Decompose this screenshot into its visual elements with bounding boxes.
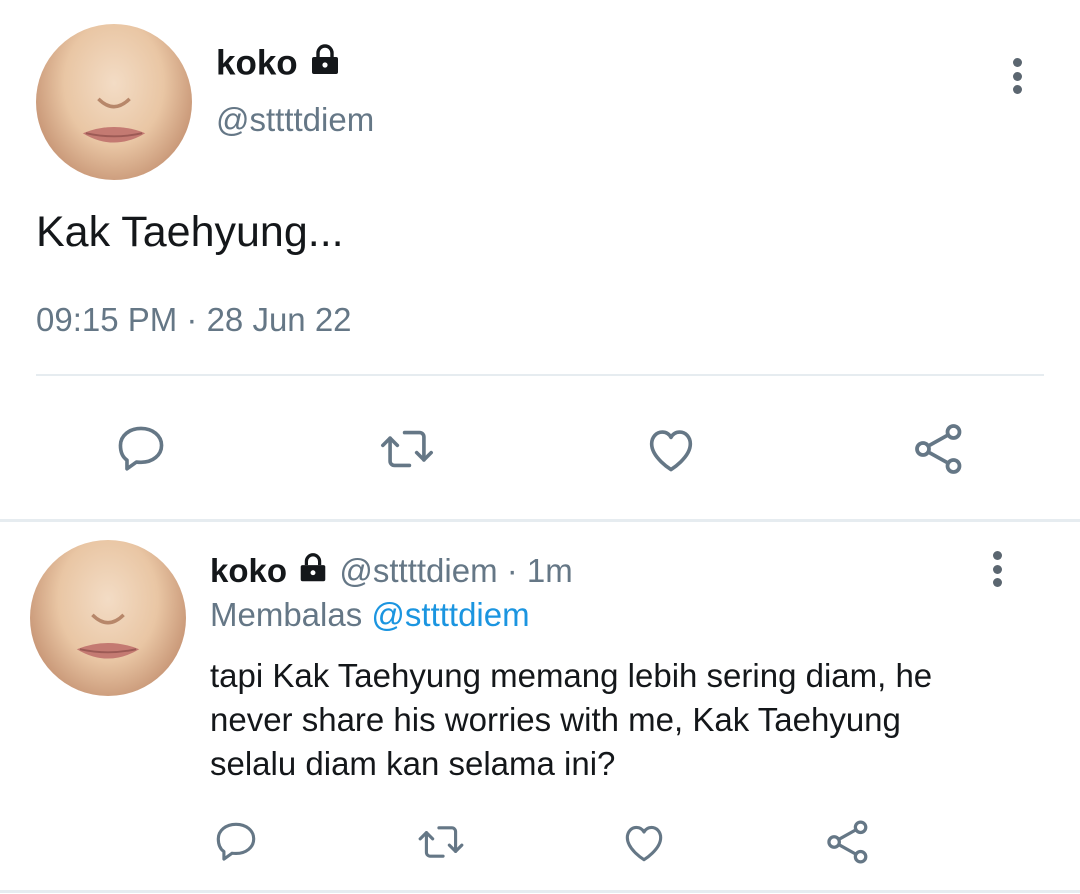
reply-button[interactable] [210, 816, 262, 868]
avatar-image [76, 613, 140, 659]
reply-avatar[interactable] [30, 540, 186, 696]
retweet-icon [418, 826, 464, 858]
handle[interactable]: @sttttdiem [216, 100, 374, 140]
bottom-divider [0, 890, 1080, 893]
display-name[interactable]: koko [216, 42, 343, 88]
share-button[interactable] [822, 816, 874, 868]
share-icon [915, 424, 962, 474]
tweet-text: Kak Taehyung... [36, 208, 344, 256]
like-button[interactable] [640, 418, 702, 480]
divider [36, 374, 1044, 376]
replying-to: Membalas @sttttdiem [210, 594, 530, 636]
replying-label: Membalas [210, 596, 363, 633]
heart-icon [625, 825, 663, 862]
timestamp[interactable]: 09:15 PM · 28 Jun 22 [36, 300, 352, 340]
reply-display-name[interactable]: koko [210, 552, 287, 589]
reply-icon [118, 426, 164, 471]
reply-time[interactable]: 1m [527, 552, 573, 589]
avatar-image [82, 97, 146, 143]
display-name-text: koko [216, 43, 298, 83]
heart-icon [649, 430, 693, 472]
replying-to-link[interactable]: @sttttdiem [371, 596, 529, 633]
share-icon [827, 820, 868, 864]
section-divider [0, 519, 1080, 522]
lock-icon [307, 42, 343, 88]
separator: · [506, 552, 518, 589]
reply-text-line: selalu diam kan selama ini? [210, 745, 616, 782]
more-vertical-icon[interactable] [1006, 58, 1028, 94]
avatar[interactable] [36, 24, 192, 180]
more-vertical-icon[interactable] [986, 551, 1008, 587]
reply-icon [216, 822, 256, 861]
reply-text-line: never share his worries with me, Kak Tae… [210, 701, 901, 738]
lock-icon [296, 551, 330, 595]
share-button[interactable] [908, 418, 970, 480]
reply-handle[interactable]: @sttttdiem [339, 552, 497, 589]
reply-header: koko @sttttdiem · 1m [210, 550, 573, 595]
like-button[interactable] [618, 816, 670, 868]
retweet-button[interactable] [374, 418, 440, 480]
reply-text: tapi Kak Taehyung memang lebih sering di… [210, 654, 932, 786]
retweet-button[interactable] [412, 816, 470, 868]
reply-text-line: tapi Kak Taehyung memang lebih sering di… [210, 657, 933, 694]
reply-button[interactable] [110, 418, 172, 480]
retweet-icon [381, 430, 433, 468]
